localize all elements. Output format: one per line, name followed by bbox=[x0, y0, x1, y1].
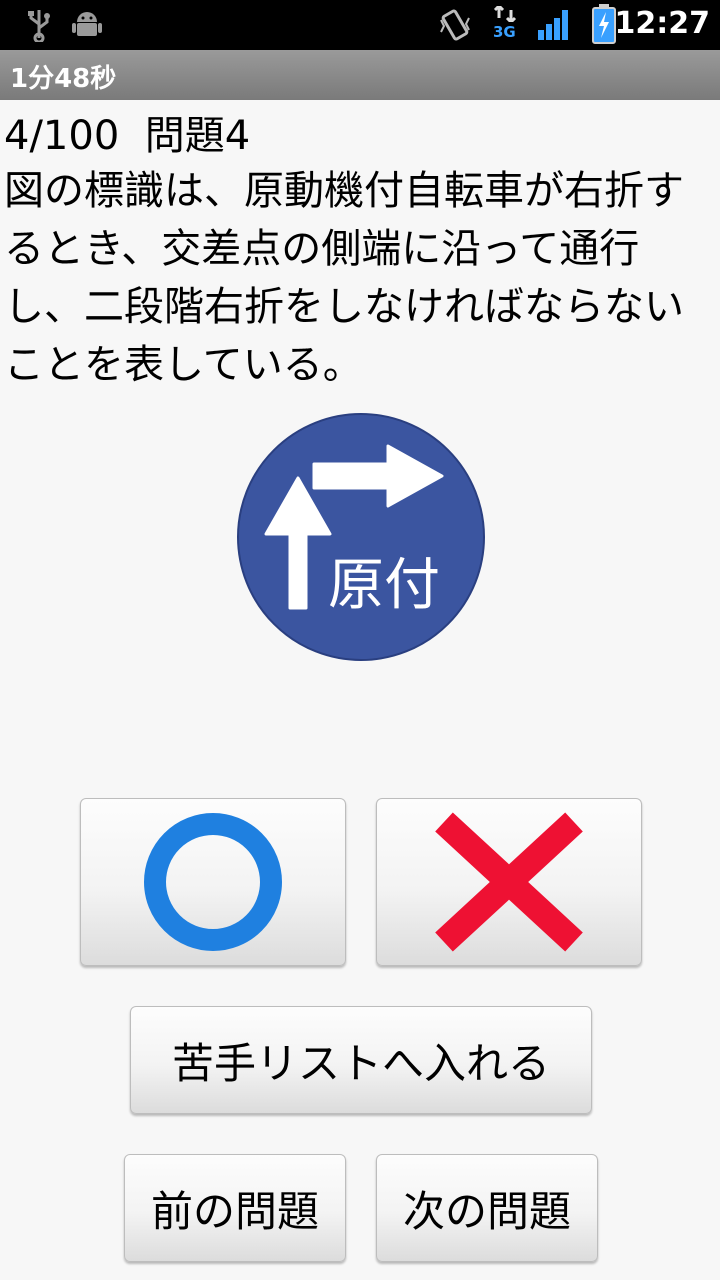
next-question-label: 次の問題 bbox=[402, 1186, 571, 1236]
previous-question-button[interactable]: 前の問題 bbox=[124, 1154, 346, 1262]
sign-text: 原付 bbox=[328, 553, 440, 618]
cross-icon bbox=[435, 812, 583, 952]
android-debug-icon bbox=[72, 12, 102, 36]
usb-icon bbox=[28, 10, 50, 42]
battery-charging-icon bbox=[592, 4, 616, 44]
next-question-button[interactable]: 次の問題 bbox=[376, 1154, 598, 1262]
status-bar: 3G 12:27 bbox=[0, 0, 720, 50]
moped-two-stage-right-turn-sign: 原付 bbox=[237, 413, 485, 661]
question-progress: 4/100 bbox=[4, 113, 120, 159]
network-3g-icon: 3G bbox=[492, 6, 518, 42]
answer-wrong-button[interactable] bbox=[376, 798, 642, 966]
elapsed-time: 1分48秒 bbox=[10, 64, 117, 94]
clock: 12:27 bbox=[614, 6, 711, 41]
add-to-weak-list-label: 苦手リストへ入れる bbox=[171, 1038, 550, 1088]
question-text: 図の標識は、原動機付自転車が右折するとき、交差点の側端に沿って通行し、二段階右折… bbox=[4, 168, 684, 388]
vibrate-icon bbox=[440, 9, 470, 41]
title-bar: 1分48秒 bbox=[0, 50, 720, 100]
signal-icon bbox=[538, 10, 568, 40]
circle-icon bbox=[144, 813, 282, 951]
answer-correct-button[interactable] bbox=[80, 798, 346, 966]
add-to-weak-list-button[interactable]: 苦手リストへ入れる bbox=[130, 1006, 592, 1114]
question-header: 4/100 問題4 bbox=[4, 112, 250, 160]
previous-question-label: 前の問題 bbox=[150, 1186, 319, 1236]
network-type-label: 3G bbox=[493, 23, 516, 41]
question-label: 問題4 bbox=[144, 113, 251, 159]
